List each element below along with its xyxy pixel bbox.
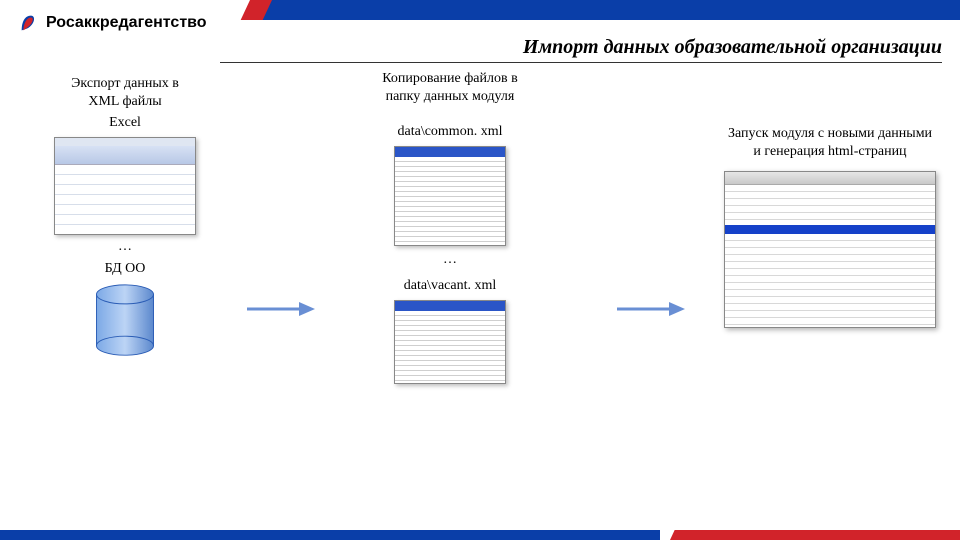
column-copy: Копирование файлов в папку данных модуля… [350,70,550,390]
header-bar-blue [250,0,960,20]
title-underline [220,62,942,63]
col2-heading: Копирование файлов в папку данных модуля [350,70,550,106]
col2-ellipsis: … [350,252,550,268]
col3-heading: Запуск модуля с новыми данными и генерац… [715,125,945,161]
brand-name: Росаккредагентство [46,14,207,32]
brand-mark-icon [18,12,40,34]
col1-ellipsis: … [40,239,210,255]
col2-file1: data\common. xml [350,124,550,140]
col2-file2: data\vacant. xml [350,278,550,294]
col1-app-label: Excel [40,115,210,131]
col1-heading: Экспорт данных в XML файлы [40,75,210,111]
slide: Росаккредагентство Импорт данных образов… [0,0,960,540]
footer-bar [0,530,960,540]
brand-logo: Росаккредагентство [18,12,207,34]
arrow-icon [615,300,685,318]
database-icon [90,283,160,359]
xml-file-mock-vacant [394,300,506,384]
excel-window-mock [54,137,196,235]
column-export: Экспорт данных в XML файлы Excel … БД ОО [40,75,210,359]
xml-file-mock-common [394,146,506,246]
arrow-icon [245,300,315,318]
column-run-module: Запуск модуля с новыми данными и генерац… [715,125,945,328]
col1-db-label: БД ОО [40,261,210,277]
page-title: Импорт данных образовательной организаци… [523,36,942,59]
app-window-mock [724,171,936,328]
